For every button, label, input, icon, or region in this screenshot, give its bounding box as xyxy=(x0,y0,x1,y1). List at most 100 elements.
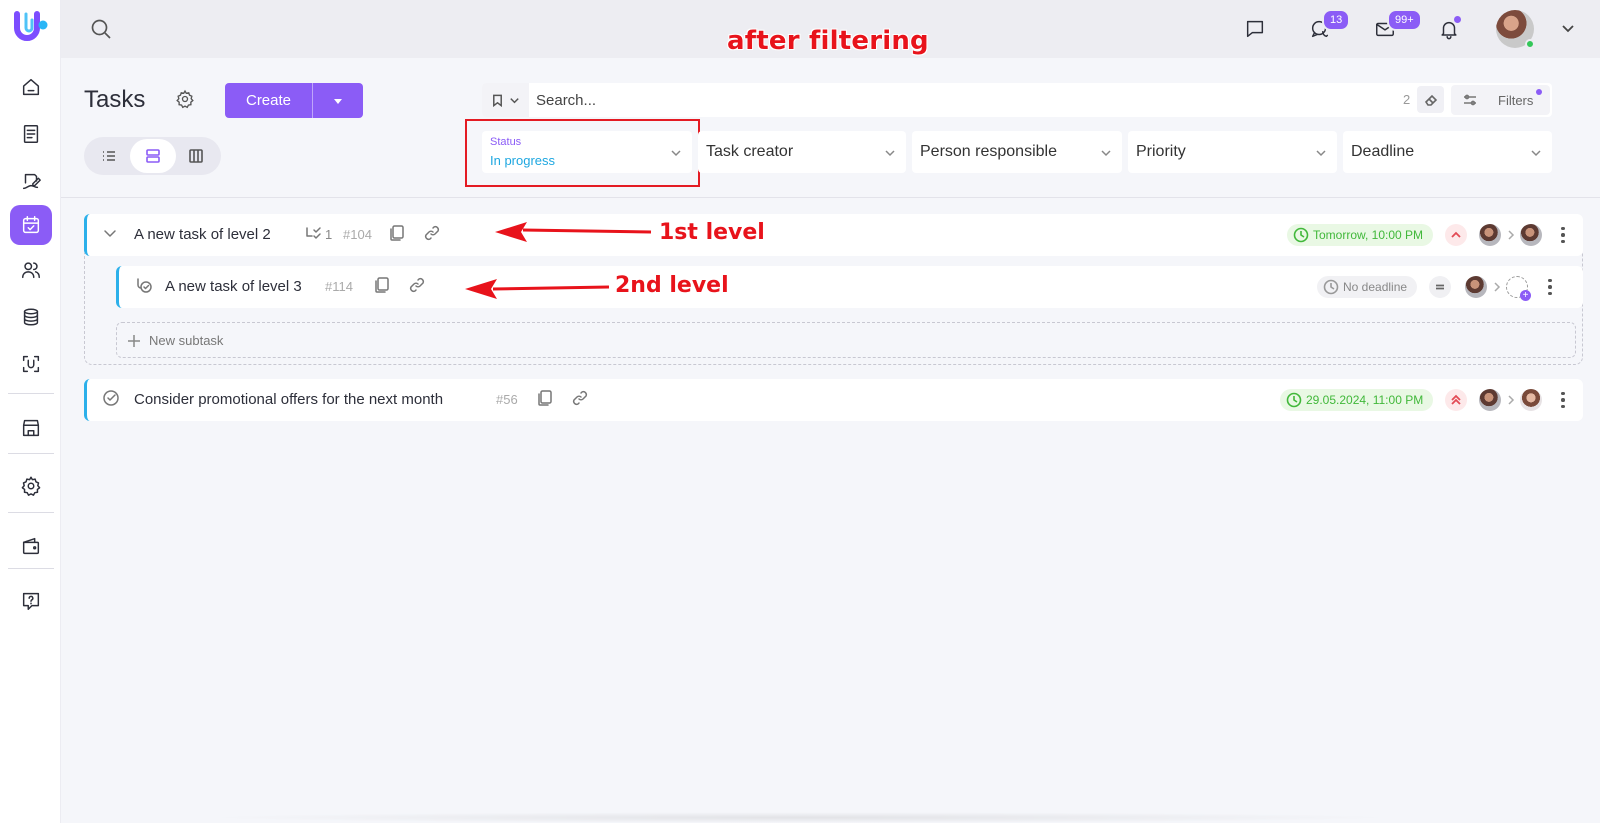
chevron-up-icon xyxy=(1451,231,1461,238)
more-options-button[interactable] xyxy=(1559,389,1567,411)
annotation-1st-level: 1st level xyxy=(659,220,765,245)
creator-avatar[interactable] xyxy=(1465,276,1487,298)
double-chevron-up-icon xyxy=(1451,394,1461,405)
home-icon xyxy=(22,78,40,96)
task-status-icon[interactable] xyxy=(102,389,122,409)
columns-icon xyxy=(189,149,203,163)
equals-icon xyxy=(1436,284,1444,290)
sidebar-item-wallet[interactable] xyxy=(10,526,52,566)
priority-highest[interactable] xyxy=(1445,389,1467,411)
wallet-icon xyxy=(22,537,40,555)
link-button[interactable] xyxy=(408,276,428,296)
create-button[interactable]: Create xyxy=(225,83,312,118)
gear-icon xyxy=(21,476,41,496)
subtask-count: 1 xyxy=(325,227,333,242)
new-subtask-button[interactable]: New subtask xyxy=(116,322,1576,358)
chevron-right-icon xyxy=(1493,280,1503,294)
deadline-badge[interactable]: 29.05.2024, 11:00 PM xyxy=(1280,389,1434,411)
notifications-button[interactable] xyxy=(1435,15,1463,43)
copy-button[interactable] xyxy=(388,224,408,244)
sidebar-item-home[interactable] xyxy=(10,67,52,107)
task-row[interactable]: Consider promotional offers for the next… xyxy=(84,379,1583,421)
priority-filter[interactable]: Priority xyxy=(1128,131,1337,173)
sidebar-item-store[interactable] xyxy=(10,408,52,448)
chats-button[interactable]: 13 xyxy=(1306,9,1351,43)
sidebar-divider xyxy=(8,453,54,454)
user-avatar[interactable] xyxy=(1496,10,1535,49)
assign-responsible-button[interactable]: + xyxy=(1506,276,1531,301)
document-icon xyxy=(23,125,39,143)
clear-filters-button[interactable] xyxy=(1417,86,1444,113)
responsible-avatar[interactable] xyxy=(1520,389,1542,411)
chat-icon xyxy=(1246,20,1264,38)
sidebar-item-settings[interactable] xyxy=(10,466,52,506)
deadline-badge[interactable]: Tomorrow, 10:00 PM xyxy=(1287,224,1434,246)
plus-icon xyxy=(128,335,140,347)
bottom-shadow xyxy=(200,812,1400,823)
mail-button[interactable]: 99+ xyxy=(1371,9,1422,43)
sidebar-item-scan[interactable] xyxy=(10,344,52,384)
link-button[interactable] xyxy=(423,224,443,244)
caret-down-icon xyxy=(334,98,342,104)
subtask-status-icon[interactable] xyxy=(135,276,155,296)
copy-button[interactable] xyxy=(373,276,393,296)
creator-avatar[interactable] xyxy=(1479,389,1501,411)
sidebar-divider xyxy=(8,393,54,394)
chevron-down-icon xyxy=(1100,146,1112,158)
copy-button[interactable] xyxy=(536,389,556,409)
create-dropdown-button[interactable] xyxy=(313,83,363,118)
chevron-down-icon xyxy=(1530,146,1542,158)
priority-normal[interactable] xyxy=(1429,276,1451,298)
store-icon xyxy=(22,419,40,437)
person-responsible-filter[interactable]: Person responsible xyxy=(912,131,1122,173)
priority-high[interactable] xyxy=(1445,224,1467,246)
rows-view-button[interactable] xyxy=(130,139,176,173)
task-creator-filter[interactable]: Task creator xyxy=(698,131,906,173)
search-icon[interactable] xyxy=(89,17,113,41)
filters-button[interactable]: Filters xyxy=(1451,85,1550,115)
subtask-check-icon xyxy=(137,278,152,293)
link-button[interactable] xyxy=(571,389,591,409)
header-divider xyxy=(61,197,1600,198)
subtask-name[interactable]: A new task of level 3 xyxy=(165,278,302,295)
create-button-group: Create xyxy=(225,83,363,118)
annotation-2nd-level: 2nd level xyxy=(615,273,729,298)
more-options-button[interactable] xyxy=(1546,276,1554,298)
sidebar-item-database[interactable] xyxy=(10,297,52,337)
sidebar-item-contracts[interactable] xyxy=(10,161,52,201)
filters-active-dot xyxy=(1536,89,1542,95)
task-name[interactable]: A new task of level 2 xyxy=(134,226,271,243)
deadline-text: No deadline xyxy=(1343,280,1408,294)
view-toggle xyxy=(84,137,221,175)
search-input[interactable] xyxy=(536,83,1356,117)
chevron-down-icon xyxy=(1315,146,1327,158)
chevron-right-icon xyxy=(1507,228,1517,242)
sidebar-item-help[interactable] xyxy=(10,581,52,621)
task-row[interactable]: A new task of level 2 1 #104 Tomorrow, 1… xyxy=(84,214,1583,256)
creator-avatar[interactable] xyxy=(1479,224,1501,246)
deadline-badge[interactable]: No deadline xyxy=(1317,276,1418,298)
subtasks-icon xyxy=(304,224,324,244)
deadline-filter[interactable]: Deadline xyxy=(1343,131,1552,173)
app-logo[interactable] xyxy=(12,10,50,46)
annotation-after-filtering: after filtering xyxy=(727,26,929,56)
more-options-button[interactable] xyxy=(1559,224,1567,246)
sidebar-item-contacts[interactable] xyxy=(10,250,52,290)
list-view-button[interactable] xyxy=(86,139,132,173)
saved-filters-button[interactable] xyxy=(482,83,529,117)
bookmark-icon xyxy=(492,94,502,107)
sliders-icon xyxy=(1464,94,1476,106)
sidebar-item-documents[interactable] xyxy=(10,114,52,154)
users-icon xyxy=(22,262,40,279)
messages-button[interactable] xyxy=(1241,15,1269,43)
kanban-view-button[interactable] xyxy=(173,139,219,173)
chevron-down-icon[interactable] xyxy=(1560,20,1576,36)
tasks-settings-button[interactable] xyxy=(175,89,197,111)
responsible-avatar[interactable] xyxy=(1520,224,1542,246)
sidebar-item-tasks[interactable] xyxy=(10,205,52,245)
search-bar: 2 Filters xyxy=(482,83,1552,117)
sidebar xyxy=(0,0,61,823)
task-name[interactable]: Consider promotional offers for the next… xyxy=(134,391,443,408)
collapse-subtasks-button[interactable] xyxy=(101,224,121,244)
subtask-row[interactable]: A new task of level 3 #114 No deadline + xyxy=(116,266,1583,308)
